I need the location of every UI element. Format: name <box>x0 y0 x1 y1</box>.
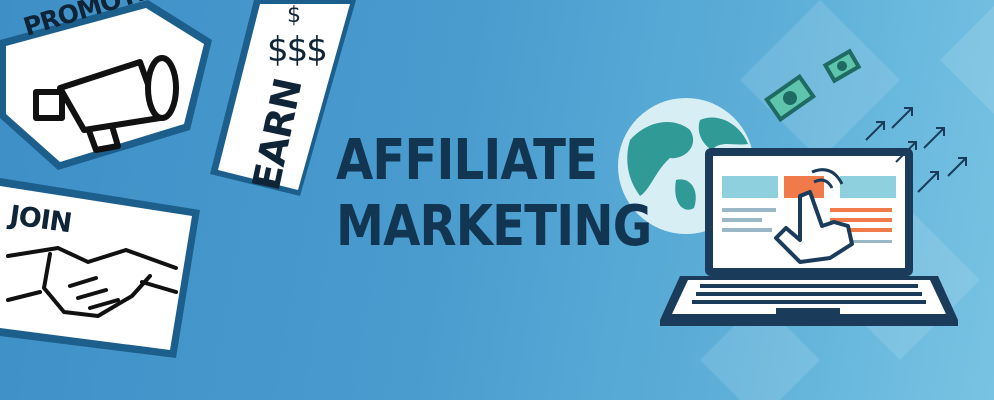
dollars-label: $$$ <box>267 30 328 70</box>
headline-line-1: AFFILIATE <box>336 128 598 193</box>
headline-line-2: MARKETING <box>336 194 652 259</box>
page-title: AFFILIATE MARKETING <box>336 128 652 260</box>
affiliate-marketing-banner: PROMOTE JOIN EARN $ $$$ AFFILIATE MARKET… <box>0 0 994 400</box>
dollar-sign-label: $ <box>287 3 301 28</box>
